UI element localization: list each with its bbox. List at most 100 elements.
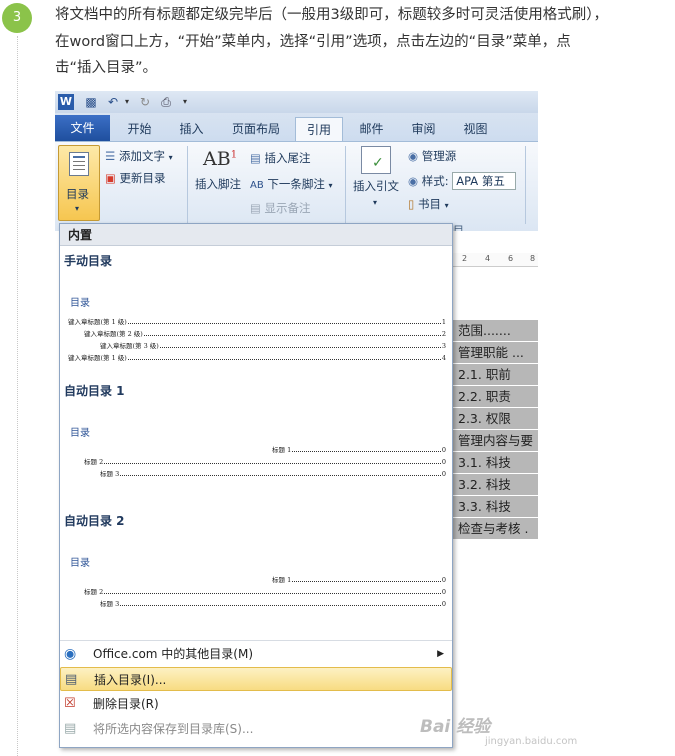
chevron-down-icon: ▾ [444, 201, 449, 210]
horizontal-ruler: 2 4 6 8 [450, 253, 538, 267]
insert-endnote-button[interactable]: ▤ 插入尾注 [250, 150, 311, 166]
add-text-button[interactable]: ☰ 添加文字 ▾ [105, 148, 173, 164]
customize-qat-icon[interactable]: ▾ [177, 94, 193, 110]
tab-mailings[interactable]: 邮件 [349, 117, 394, 141]
auto-toc-1-title: 自动目录 1 [64, 384, 125, 398]
auto-toc-2-preview[interactable]: 目录 标题 10 标题 20 标题 30 [60, 530, 452, 634]
tab-review[interactable]: 审阅 [401, 117, 446, 141]
preview-toc-line: 标题 30 [100, 470, 446, 478]
next-footnote-label: 下一条脚注 [267, 177, 325, 191]
preview-toc-line: 标题 10 [272, 446, 446, 454]
bibliography-button[interactable]: ▯ 书目 ▾ [408, 196, 449, 212]
menu-divider [60, 640, 452, 641]
document-toc-line: 管理职能 ... [453, 342, 538, 363]
show-notes-button[interactable]: ▤ 显示备注 [250, 200, 311, 216]
document-toc-line: 管理内容与要 [453, 430, 538, 451]
document-toc-line: 2.2. 职责 [453, 386, 538, 407]
ruler-tick: 2 [462, 254, 468, 263]
insert-footnote-button[interactable]: 插入脚注 [195, 176, 241, 192]
toc-button-label: 目录 [66, 187, 89, 201]
paragraph-line: 击“插入目录”。 [55, 60, 158, 76]
office-com-icon: ◉ [64, 646, 77, 662]
ruler-tick: 6 [508, 254, 514, 263]
undo-dropdown-icon[interactable]: ▾ [119, 94, 135, 110]
menu-item-label: 插入目录(I)... [94, 673, 167, 687]
menu-item-label: Office.com 中的其他目录(M) [93, 647, 254, 661]
group-separator [525, 146, 526, 224]
add-text-icon: ☰ [105, 149, 116, 163]
ruler-tick: 8 [530, 254, 536, 263]
print-preview-icon[interactable]: ⎙ [158, 94, 174, 110]
menu-item-save-to-gallery[interactable]: ▤ 将所选内容保存到目录库(S)... [60, 717, 452, 741]
auto-toc-1-preview[interactable]: 目录 标题 10 标题 20 标题 30 [60, 400, 452, 504]
preview-toc-line: 键入章标题(第 1 级) 1 [68, 318, 446, 326]
chevron-down-icon: ▾ [373, 198, 378, 207]
paragraph-line: 将文档中的所有标题都定级完毕后（一般用3级即可，标题较多时可灵活使用格式刷）， [55, 7, 608, 23]
style-selector[interactable]: ◉ 样式: APA 第五 [408, 172, 517, 190]
tab-insert[interactable]: 插入 [169, 117, 214, 141]
insert-citation-button[interactable]: 插入引文 [353, 178, 399, 194]
tab-file[interactable]: 文件 [55, 115, 110, 141]
submenu-arrow-icon: ▶ [437, 649, 444, 659]
quick-access-toolbar: W ▩ ↶ ▾ ↻ ⎙ ▾ [55, 91, 538, 113]
menu-item-insert-toc[interactable]: ▤ 插入目录(I)... [60, 667, 452, 691]
step-rail [17, 36, 18, 756]
tab-view[interactable]: 视图 [453, 117, 498, 141]
manage-sources-icon: ◉ [408, 149, 419, 163]
manage-sources-button[interactable]: ◉ 管理源 [408, 148, 456, 164]
preview-toc-line: 标题 20 [84, 458, 446, 466]
group-separator [345, 146, 346, 224]
redo-icon[interactable]: ↻ [137, 94, 153, 110]
menu-item-more-toc[interactable]: ◉ Office.com 中的其他目录(M) ▶ [60, 642, 452, 666]
ribbon-panel: 目录 ▾ ☰ 添加文字 ▾ ▣ 更新目录 AB1 插入脚注 ▤ 插入尾注 AB … [55, 141, 538, 237]
bibliography-label: 书目 [418, 197, 441, 211]
auto-toc-2-title: 自动目录 2 [64, 514, 125, 528]
style-dropdown[interactable]: APA 第五 [452, 172, 517, 190]
ribbon-tabs: 文件 开始 插入 页面布局 引用 邮件 审阅 视图 [55, 113, 538, 141]
toc-icon [69, 152, 89, 176]
insert-endnote-label: 插入尾注 [264, 151, 311, 165]
toc-gallery-dropdown: 内置 手动目录 目录 键入章标题(第 1 级) 1 键入章标题(第 2 级) 2 键… [59, 223, 453, 748]
preview-toc-line: 键入章标题(第 3 级) 3 [100, 342, 446, 350]
baidu-watermark-url: jingyan.baidu.com [485, 736, 578, 747]
show-notes-label: 显示备注 [264, 201, 311, 215]
add-text-label: 添加文字 [118, 149, 165, 163]
document-toc-line: 2.1. 职前 [453, 364, 538, 385]
toc-button[interactable]: 目录 ▾ [58, 145, 100, 221]
tab-page-layout[interactable]: 页面布局 [221, 117, 291, 141]
word-logo-icon[interactable]: W [58, 94, 74, 110]
preview-toc-line: 键入章标题(第 1 级) 4 [68, 354, 446, 362]
next-footnote-button[interactable]: AB 下一条脚注 ▾ [250, 176, 333, 192]
bibliography-icon: ▯ [408, 197, 415, 211]
manage-sources-label: 管理源 [421, 149, 457, 163]
menu-item-label: 将所选内容保存到目录库(S)... [93, 722, 254, 736]
chevron-down-icon: ▾ [168, 153, 173, 162]
insert-footnote-icon: AB1 [203, 148, 238, 170]
manual-toc-preview[interactable]: 目录 键入章标题(第 1 级) 1 键入章标题(第 2 级) 2 键入章标题(第 3… [60, 270, 452, 374]
document-toc-line: 3.3. 科技 [453, 496, 538, 517]
save-icon[interactable]: ▩ [83, 94, 99, 110]
instruction-paragraph: 将文档中的所有标题都定级完毕后（一般用3级即可，标题较多时可灵活使用格式刷）， … [55, 2, 670, 82]
group-separator [187, 146, 188, 224]
next-footnote-icon: AB [250, 180, 264, 191]
preview-toc-line: 标题 20 [84, 588, 446, 596]
manual-toc-title: 手动目录 [64, 254, 113, 268]
preview-heading: 目录 [70, 558, 90, 569]
style-icon: ◉ [408, 174, 419, 188]
chevron-down-icon: ▾ [328, 181, 333, 190]
endnote-icon: ▤ [250, 151, 261, 165]
ruler-tick: 4 [485, 254, 491, 263]
document-toc-line: 2.3. 权限 [453, 408, 538, 429]
save-gallery-icon: ▤ [64, 721, 77, 736]
document-toc-line: 3.2. 科技 [453, 474, 538, 495]
tab-home[interactable]: 开始 [117, 117, 162, 141]
show-notes-icon: ▤ [250, 201, 261, 215]
preview-heading: 目录 [70, 298, 90, 309]
preview-toc-line: 标题 10 [272, 576, 446, 584]
update-toc-icon: ▣ [105, 171, 116, 185]
menu-item-remove-toc[interactable]: ☒ 删除目录(R) [60, 692, 452, 716]
update-toc-button[interactable]: ▣ 更新目录 [105, 170, 166, 186]
tab-references[interactable]: 引用 [295, 117, 343, 141]
document-toc-line: 3.1. 科技 [453, 452, 538, 473]
chevron-down-icon: ▾ [75, 204, 80, 213]
